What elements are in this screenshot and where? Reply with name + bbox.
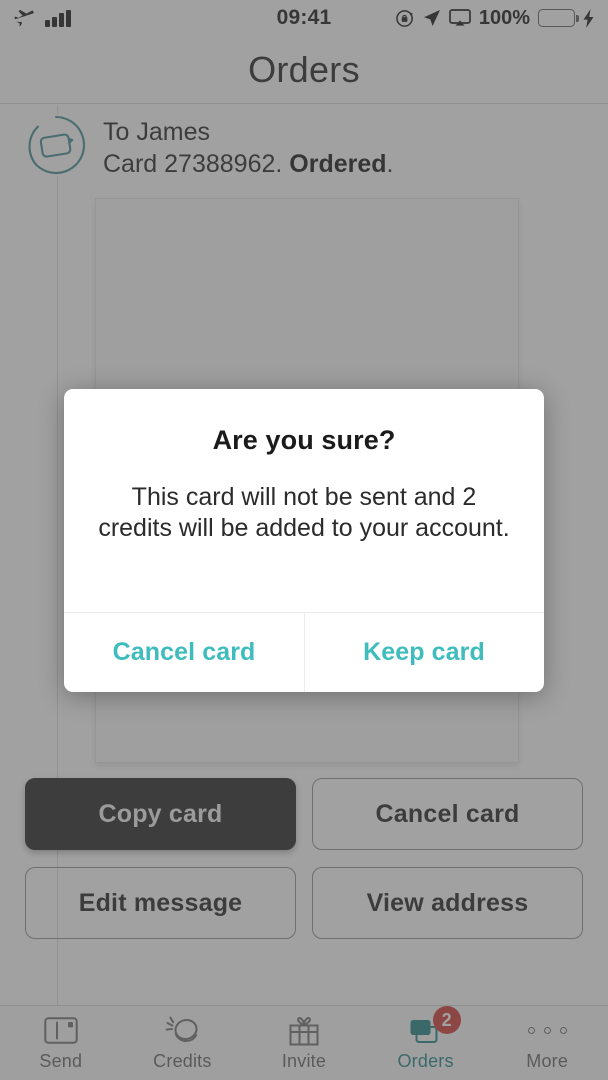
dialog-keep-card-button[interactable]: Keep card <box>304 613 544 692</box>
dialog-body: Are you sure? This card will not be sent… <box>64 389 544 543</box>
dialog-cancel-card-button[interactable]: Cancel card <box>64 613 304 692</box>
dialog-message: This card will not be sent and 2 credits… <box>98 483 510 542</box>
dialog-button-divider <box>304 612 305 692</box>
confirm-dialog: Are you sure? This card will not be sent… <box>64 389 544 692</box>
dialog-actions: Cancel card Keep card <box>64 612 544 692</box>
phone-screen: 09:41 100% <box>0 0 608 1080</box>
dialog-title: Are you sure? <box>212 425 396 455</box>
